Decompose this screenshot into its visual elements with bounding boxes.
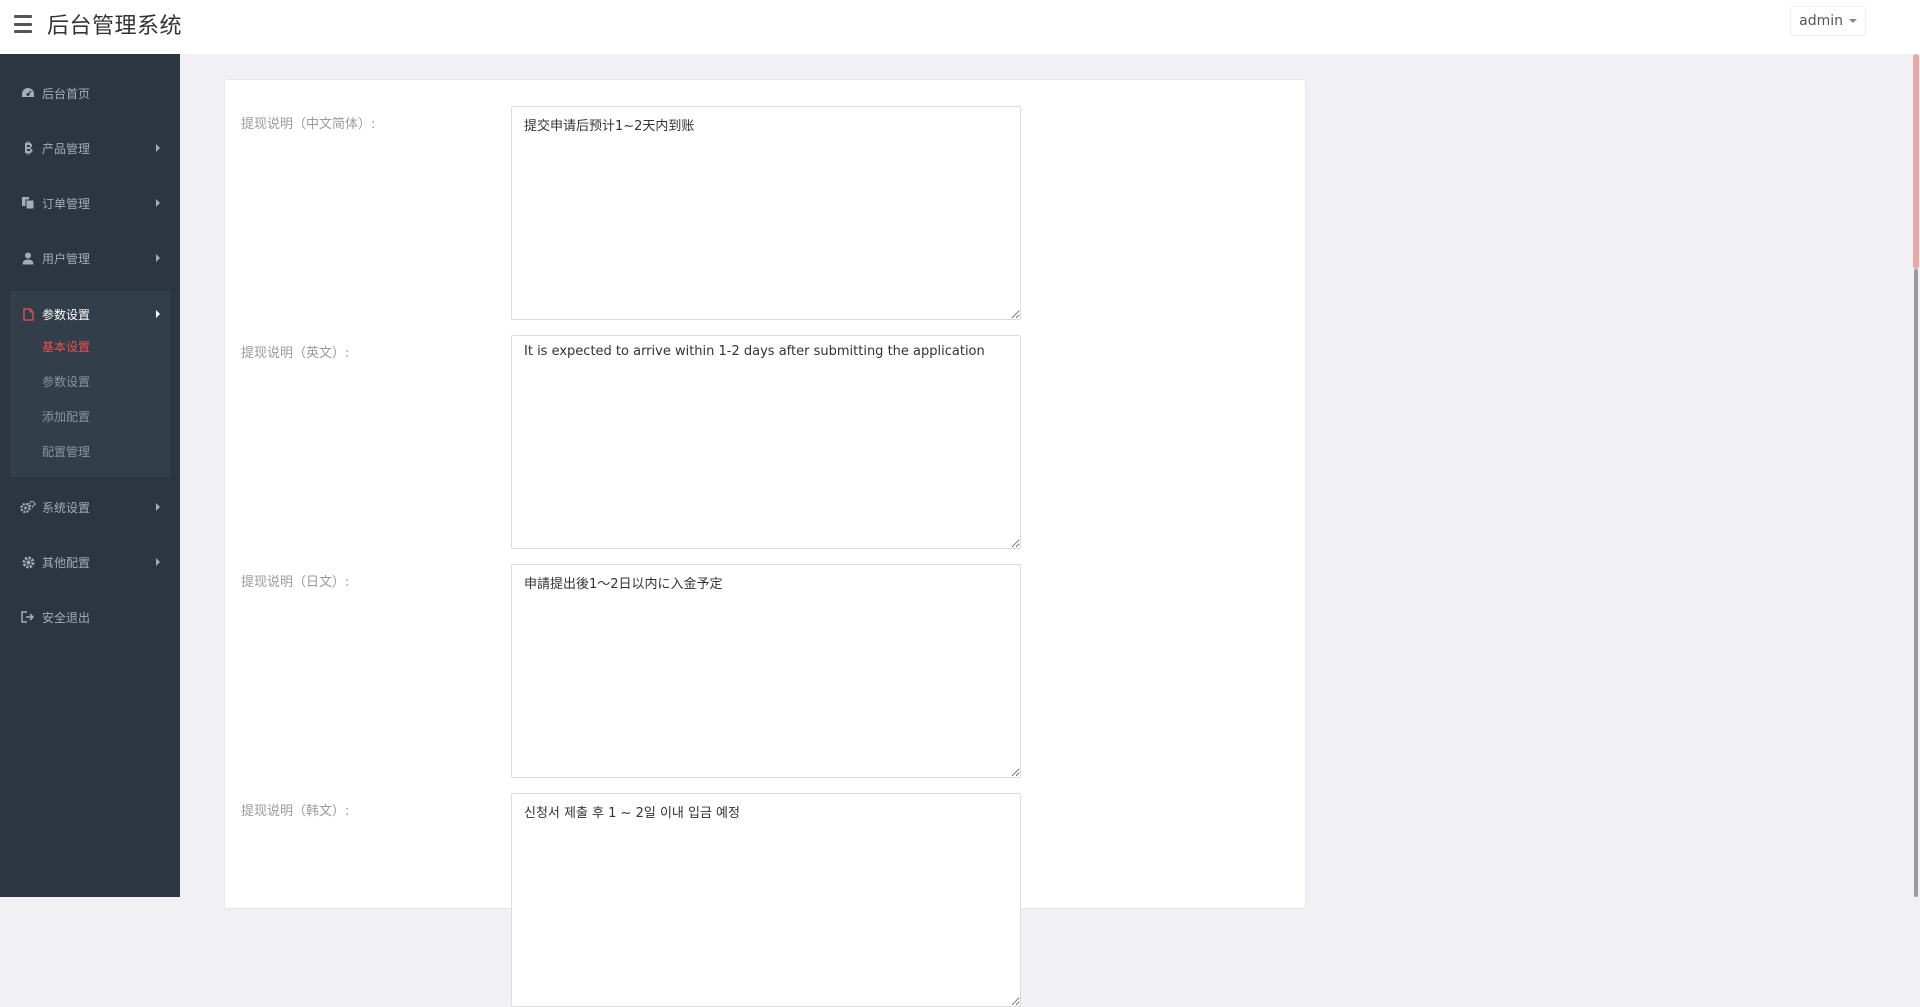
sidebar-item-products[interactable]: 产品管理	[0, 125, 180, 171]
sidebar-item-other-config[interactable]: 其他配置	[0, 539, 180, 585]
withdraw-desc-ja-textarea[interactable]: 申請提出後1～2日以内に入金予定	[511, 564, 1021, 778]
caret-down-icon	[1849, 19, 1857, 23]
sidebar-item-logout[interactable]: 安全退出	[0, 594, 180, 640]
sign-out-icon	[20, 610, 36, 624]
submenu-item-basic-settings[interactable]: 基本设置	[42, 338, 90, 355]
sidebar-item-label: 用户管理	[42, 251, 91, 266]
field-label-withdraw-ja: 提现说明（日文）:	[241, 575, 350, 590]
page-scrollbar[interactable]	[1912, 54, 1920, 897]
sidebar-item-label: 订单管理	[42, 196, 91, 211]
copy-icon	[20, 196, 36, 210]
gears-icon	[20, 500, 36, 514]
caret-right-icon	[156, 558, 160, 566]
sidebar-item-label: 安全退出	[42, 610, 91, 625]
withdraw-desc-ko-textarea[interactable]: 신청서 제출 후 1 ~ 2일 이내 입금 예정	[511, 793, 1021, 1007]
withdraw-desc-en-textarea[interactable]: It is expected to arrive within 1-2 days…	[511, 335, 1021, 549]
user-dropdown[interactable]: admin	[1790, 6, 1866, 36]
caret-right-icon	[156, 503, 160, 511]
app-title: 后台管理系统	[47, 14, 183, 39]
field-label-withdraw-zh: 提现说明（中文简体）:	[241, 117, 376, 132]
file-icon	[20, 307, 36, 321]
menu-toggle-icon[interactable]	[14, 15, 32, 33]
user-icon	[20, 251, 36, 265]
gear-icon	[20, 555, 36, 569]
caret-right-icon	[156, 310, 160, 318]
top-header: 后台管理系统 admin	[0, 0, 1920, 54]
caret-right-icon	[156, 199, 160, 207]
caret-right-icon	[156, 144, 160, 152]
submenu-item-config-manage[interactable]: 配置管理	[42, 443, 90, 460]
bitcoin-icon	[20, 141, 36, 155]
sidebar-group-params: 参数设置 基本设置 参数设置 添加配置 配置管理	[10, 291, 170, 477]
dashboard-icon	[20, 86, 36, 100]
sidebar-item-label: 产品管理	[42, 141, 91, 156]
sidebar: 后台首页 产品管理 订单管理 用户管理 参数设置 基本设置 参数设置 添加配置 …	[0, 54, 180, 897]
field-label-withdraw-ko: 提现说明（韩文）:	[241, 804, 350, 819]
sidebar-item-dashboard[interactable]: 后台首页	[0, 70, 180, 116]
scrollbar-track	[1914, 269, 1918, 897]
submenu-item-add-config[interactable]: 添加配置	[42, 408, 90, 425]
caret-right-icon	[156, 254, 160, 262]
field-label-withdraw-en: 提现说明（英文）:	[241, 346, 350, 361]
sidebar-item-users[interactable]: 用户管理	[0, 235, 180, 281]
withdraw-desc-zh-textarea[interactable]: 提交申请后预计1~2天内到账	[511, 106, 1021, 320]
sidebar-item-orders[interactable]: 订单管理	[0, 180, 180, 226]
sidebar-item-params[interactable]: 参数设置	[0, 291, 180, 337]
sidebar-item-label: 参数设置	[42, 307, 91, 322]
form-panel: 提现说明（中文简体）: 提交申请后预计1~2天内到账 提现说明（英文）: It …	[224, 79, 1306, 1007]
user-name: admin	[1799, 13, 1843, 29]
scrollbar-thumb[interactable]	[1913, 54, 1919, 269]
sidebar-item-label: 其他配置	[42, 555, 91, 570]
sidebar-item-label: 后台首页	[42, 86, 91, 101]
sidebar-item-system-settings[interactable]: 系统设置	[0, 484, 180, 530]
submenu-item-param-settings[interactable]: 参数设置	[42, 373, 90, 390]
sidebar-item-label: 系统设置	[42, 500, 91, 515]
